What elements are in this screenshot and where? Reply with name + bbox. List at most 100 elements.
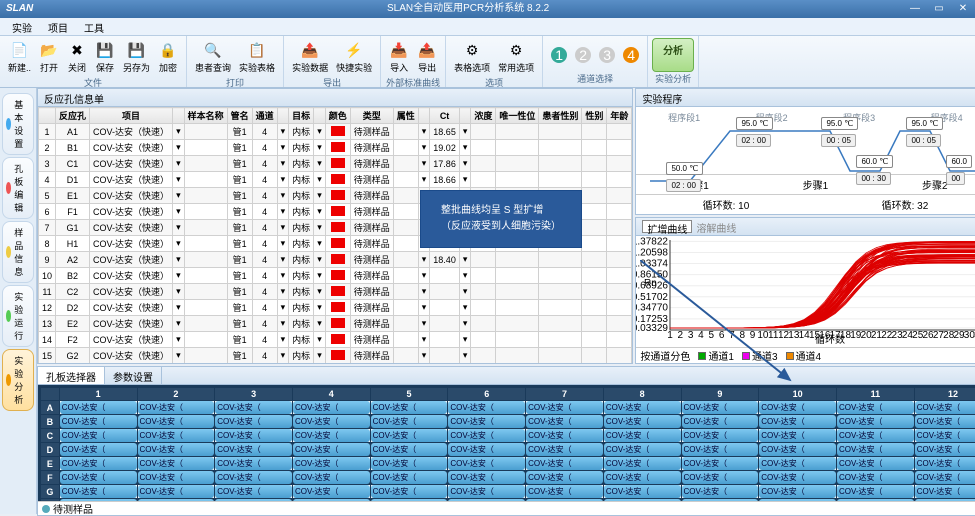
col-header[interactable]: 反应孔 [56,108,90,124]
plate-row-header[interactable]: E [41,457,59,470]
plate-well[interactable]: COV-达安（ [60,485,137,498]
tab-amp-curve[interactable]: 扩增曲线 [642,220,692,233]
nav-item[interactable]: 实验运行 [2,285,34,347]
time-box[interactable]: 02 : 00 [736,134,770,147]
col-header[interactable]: 项目 [90,108,173,124]
plate-well[interactable]: COV-达安（ [293,401,370,414]
ribbon-btn[interactable]: ⚙表格选项 [450,38,494,76]
col-header[interactable]: 目标 [289,108,314,124]
temp-box[interactable]: 60.0 ℃ [856,155,893,168]
plate-well[interactable]: COV-达安（ [526,471,603,484]
time-box[interactable]: 02 : 00 [666,179,700,192]
tab-melt-curve[interactable]: 溶解曲线 [692,220,740,233]
plate-grid[interactable]: 123456789101112ACOV-达安（COV-达安（COV-达安（COV… [40,387,975,501]
plate-well[interactable]: COV-达安（ [371,429,448,442]
plate-well[interactable]: COV-达安（ [448,415,525,428]
col-header[interactable] [173,108,185,124]
plate-well[interactable]: COV-达安（ [837,485,914,498]
col-header[interactable]: 年龄 [607,108,632,124]
plate-well[interactable]: COV-达安（ [682,471,759,484]
plate-well[interactable]: COV-达安（ [60,429,137,442]
table-row[interactable]: 1A1COV-达安（快速）▾管14▾内标▾待测样品▾18.65▾ [39,124,632,140]
nav-item[interactable]: 孔板编辑 [2,157,34,219]
plate-well[interactable]: COV-达安（ [215,429,292,442]
plate-well[interactable]: COV-达安（ [526,429,603,442]
plate-well[interactable]: COV-达安（ [759,471,836,484]
col-header[interactable]: Ct [430,108,460,124]
table-row[interactable]: 4D1COV-达安（快速）▾管14▾内标▾待测样品▾18.66▾ [39,172,632,188]
ribbon-btn[interactable]: 🔒加密 [154,38,182,76]
ribbon-btn[interactable]: 2 [571,38,595,72]
plate-well[interactable]: COV-达安（ [915,485,975,498]
plate-col-header[interactable]: 6 [448,388,525,400]
plate-well[interactable]: COV-达安（ [604,401,681,414]
col-header[interactable]: 样本名称 [184,108,227,124]
col-header[interactable] [459,108,471,124]
plate-col-header[interactable]: 2 [138,388,215,400]
plate-well[interactable]: COV-达安（ [915,401,975,414]
col-header[interactable]: 管名 [227,108,252,124]
plate-col-header[interactable]: 12 [915,388,975,400]
ribbon-btn[interactable]: 📤导出 [413,38,441,76]
ribbon-btn[interactable]: 3 [595,38,619,72]
plate-row-header[interactable]: F [41,471,59,484]
plate-well[interactable]: COV-达安（ [371,485,448,498]
col-header[interactable]: 通道 [252,108,277,124]
menu-exp[interactable]: 实验 [4,18,40,35]
table-row[interactable]: 2B1COV-达安（快速）▾管14▾内标▾待测样品▾19.02▾ [39,140,632,156]
table-row[interactable]: 12D2COV-达安（快速）▾管14▾内标▾待测样品▾▾ [39,300,632,316]
ribbon-btn[interactable]: 📤实验数据 [288,38,332,76]
plate-well[interactable]: COV-达安（ [759,443,836,456]
ribbon-btn[interactable]: 🔍患者查询 [191,38,235,76]
plate-well[interactable]: COV-达安（ [60,471,137,484]
plate-well[interactable]: COV-达安（ [60,457,137,470]
plate-well[interactable]: COV-达安（ [60,401,137,414]
col-header[interactable] [314,108,326,124]
temp-box[interactable]: 95.0 ℃ [906,117,943,130]
col-header[interactable] [418,108,430,124]
plate-well[interactable]: COV-达安（ [604,429,681,442]
plate-well[interactable]: COV-达安（ [682,415,759,428]
table-row[interactable]: 9A2COV-达安（快速）▾管14▾内标▾待测样品▾18.40▾ [39,252,632,268]
plate-col-header[interactable]: 7 [526,388,603,400]
plate-well[interactable]: COV-达安（ [448,401,525,414]
table-row[interactable]: 11C2COV-达安（快速）▾管14▾内标▾待测样品▾▾ [39,284,632,300]
tab-plate-selector[interactable]: 孔板选择器 [38,367,105,384]
col-header[interactable]: 颜色 [325,108,350,124]
plate-well[interactable]: COV-达安（ [448,457,525,470]
plate-well[interactable]: COV-达安（ [915,457,975,470]
plate-row-header[interactable]: A [41,401,59,414]
tab-param-settings[interactable]: 参数设置 [105,367,162,384]
plate-well[interactable]: COV-达安（ [138,485,215,498]
ribbon-btn[interactable]: 💾另存为 [119,38,154,76]
plate-well[interactable]: COV-达安（ [138,415,215,428]
table-row[interactable]: 14F2COV-达安（快速）▾管14▾内标▾待测样品▾▾ [39,332,632,348]
col-header[interactable]: 类型 [350,108,393,124]
plate-well[interactable]: COV-达安（ [138,457,215,470]
plate-well[interactable]: COV-达安（ [371,443,448,456]
plate-well[interactable]: COV-达安（ [448,471,525,484]
plate-well[interactable]: COV-达安（ [371,415,448,428]
plate-well[interactable]: COV-达安（ [448,485,525,498]
table-row[interactable]: 13E2COV-达安（快速）▾管14▾内标▾待测样品▾▾ [39,316,632,332]
plate-well[interactable]: COV-达安（ [682,429,759,442]
temp-box[interactable]: 95.0 ℃ [821,117,858,130]
plate-well[interactable]: COV-达安（ [837,443,914,456]
plate-well[interactable]: COV-达安（ [448,443,525,456]
nav-item[interactable]: 实验分析 [2,349,34,411]
plate-well[interactable]: COV-达安（ [604,471,681,484]
plate-well[interactable]: COV-达安（ [293,415,370,428]
plate-well[interactable]: COV-达安（ [526,457,603,470]
plate-well[interactable]: COV-达安（ [604,443,681,456]
plate-well[interactable]: COV-达安（ [293,457,370,470]
plate-well[interactable]: COV-达安（ [837,471,914,484]
plate-well[interactable]: COV-达安（ [915,415,975,428]
plate-well[interactable]: COV-达安（ [759,457,836,470]
plate-well[interactable]: COV-达安（ [60,415,137,428]
ribbon-btn[interactable]: 📥导入 [385,38,413,76]
plate-well[interactable]: COV-达安（ [526,485,603,498]
plate-row-header[interactable]: C [41,429,59,442]
ribbon-btn[interactable]: ⚙常用选项 [494,38,538,76]
table-row[interactable]: 10B2COV-达安（快速）▾管14▾内标▾待测样品▾▾ [39,268,632,284]
plate-well[interactable]: COV-达安（ [215,457,292,470]
